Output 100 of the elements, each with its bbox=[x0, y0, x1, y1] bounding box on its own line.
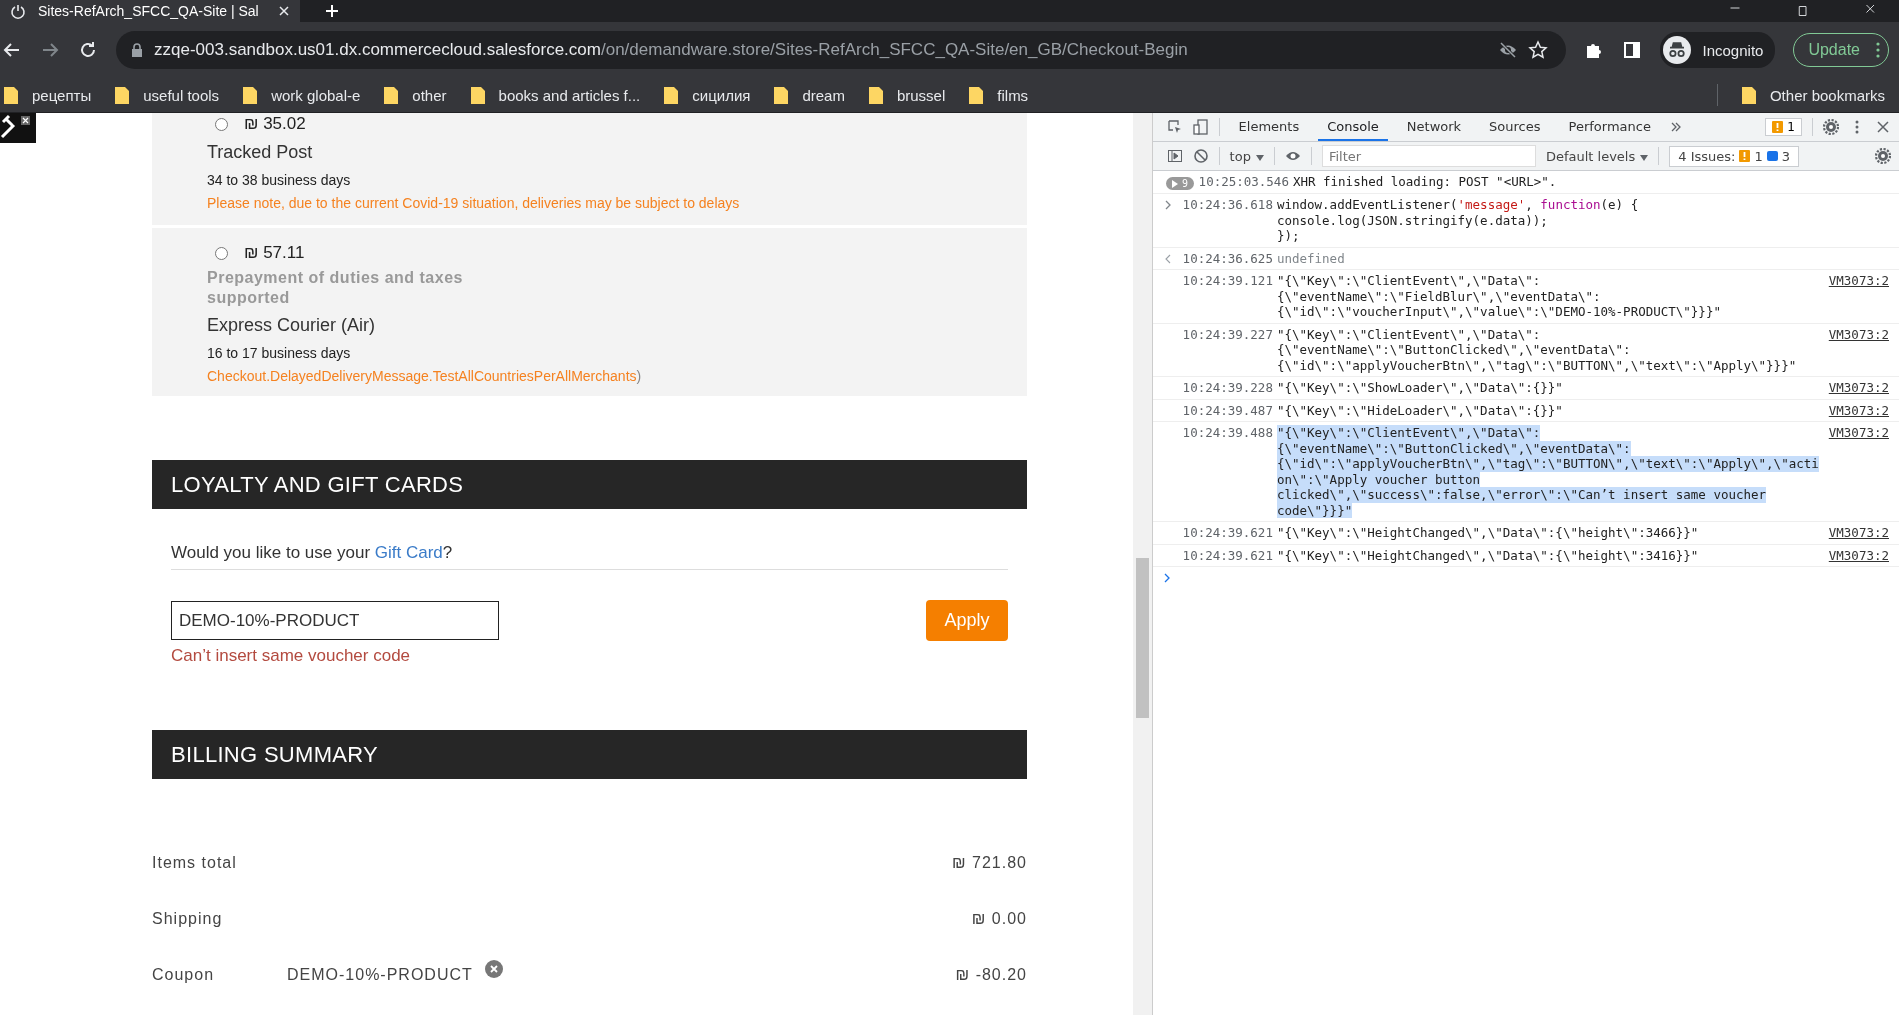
bookmark-folder[interactable]: dream bbox=[774, 86, 845, 104]
devtools-tab[interactable]: Performance bbox=[1559, 113, 1660, 141]
folder-icon bbox=[243, 86, 258, 104]
voucher-input[interactable]: DEMO-10%-PRODUCT bbox=[171, 601, 499, 640]
source-link[interactable]: VM3073:2 bbox=[1828, 525, 1889, 541]
context-dropdown[interactable]: top bbox=[1229, 148, 1264, 164]
devtools-tab[interactable]: Sources bbox=[1480, 113, 1550, 141]
bookmark-folder[interactable]: films bbox=[969, 86, 1029, 104]
folder-icon bbox=[664, 86, 679, 104]
folder-icon bbox=[774, 86, 789, 104]
shipping-method-name: Tracked Post bbox=[207, 142, 314, 163]
more-icon[interactable] bbox=[1876, 42, 1880, 58]
message-icon bbox=[1766, 151, 1778, 161]
power-icon bbox=[10, 3, 26, 19]
console-message: "{\"Key\":\"HideLoader\",\"Data\":{}}" bbox=[1276, 402, 1563, 418]
prompt-icon[interactable] bbox=[1162, 573, 1171, 583]
summary-label: Coupon bbox=[152, 966, 216, 984]
error-message: Can’t insert same voucher code bbox=[171, 646, 412, 666]
shipping-method-name: Express Courier (Air) bbox=[207, 315, 377, 336]
console-message: "{\"Key\":\"ClientEvent\",\"Data\": {\"eventName\":\"FieldBlur\",\"eventData\": {\"id\":\"voucherInput\",\"value\":\"DEMO-10%-PRODUCT\"}}}" bbox=[1276, 273, 1721, 320]
summary-label: Shipping bbox=[152, 910, 224, 928]
scrollbar[interactable] bbox=[1132, 113, 1153, 1015]
side-panel-icon[interactable] bbox=[1621, 40, 1642, 60]
close-icon[interactable] bbox=[278, 5, 290, 17]
bookmark-folder[interactable]: other bbox=[384, 86, 447, 104]
bookmark-folder[interactable]: рецепты bbox=[4, 86, 92, 104]
console-message: undefined bbox=[1276, 250, 1345, 266]
folder-icon bbox=[969, 86, 984, 104]
delivery-message: Checkout.DelayedDeliveryMessage.TestAllCountriesPerAllMerchants) bbox=[207, 368, 643, 384]
gift-card-link[interactable]: Gift Card bbox=[374, 543, 443, 562]
source-link[interactable]: VM3073:2 bbox=[1828, 380, 1889, 396]
coupon-code: DEMO-10%-PRODUCT bbox=[287, 966, 473, 984]
timestamp: 10:24:39.621 bbox=[1182, 547, 1273, 563]
close-icon[interactable] bbox=[1875, 119, 1891, 135]
bookmark-folder[interactable]: work global-e bbox=[243, 86, 361, 104]
reload-icon[interactable] bbox=[78, 40, 98, 60]
bookmark-folder[interactable]: brussel bbox=[868, 86, 946, 104]
folder-icon bbox=[470, 86, 485, 104]
sidebar-icon[interactable] bbox=[1166, 148, 1183, 164]
timestamp: 10:25:03.546 bbox=[1198, 174, 1289, 190]
issues-badge[interactable]: 1 bbox=[1765, 118, 1802, 136]
summary-amount: ₪ 0.00 bbox=[971, 910, 1027, 928]
summary-amount: ₪ -80.20 bbox=[955, 966, 1027, 984]
bookmark-folder[interactable]: useful tools bbox=[115, 86, 220, 104]
folder-icon bbox=[115, 86, 130, 104]
bookmark-folder[interactable]: books and articles f... bbox=[470, 86, 641, 104]
delivery-message: Please note, due to the current Covid-19 situation, deliveries may be subject to delays bbox=[207, 195, 741, 211]
shipping-price: ₪ 57.11 bbox=[244, 243, 305, 263]
devtools-tab[interactable]: Elements bbox=[1229, 113, 1309, 141]
clear-icon[interactable] bbox=[1192, 148, 1209, 164]
eye-slash-icon[interactable] bbox=[1497, 40, 1518, 60]
star-icon[interactable] bbox=[1527, 40, 1548, 60]
caret-icon[interactable] bbox=[1255, 154, 1264, 161]
warning-icon bbox=[1739, 150, 1751, 162]
folder-icon bbox=[384, 86, 399, 104]
warning-icon bbox=[1772, 121, 1784, 133]
source-link[interactable]: VM3073:2 bbox=[1828, 273, 1889, 289]
timestamp: 10:24:39.488 bbox=[1182, 425, 1273, 441]
console-message: "{\"Key\":\"ShowLoader\",\"Data\":{}}" bbox=[1276, 380, 1563, 396]
folder-icon bbox=[1741, 86, 1756, 104]
timestamp: 10:24:39.621 bbox=[1182, 525, 1273, 541]
duties-note: Prepayment of duties and taxes supported bbox=[207, 268, 464, 308]
caret-icon[interactable] bbox=[1640, 154, 1649, 161]
browser-tab[interactable]: Sites-RefArch_SFCC_QA-Site | Sal bbox=[0, 0, 300, 22]
console-message: window.addEventListener('message', function(e) { console.log(JSON.stringify(e.data)); }); bbox=[1276, 197, 1639, 244]
devtools-tab[interactable]: Network bbox=[1397, 113, 1471, 141]
source-link[interactable]: VM3073:2 bbox=[1828, 425, 1889, 441]
gift-card-question: Would you like to use your Gift Card? bbox=[171, 543, 1008, 570]
settings-icon[interactable] bbox=[1823, 119, 1839, 135]
new-tab-icon[interactable] bbox=[324, 3, 340, 19]
bookmark-folder[interactable]: Other bookmarks bbox=[1741, 86, 1885, 104]
remove-icon[interactable] bbox=[484, 960, 503, 978]
source-link[interactable]: VM3073:2 bbox=[1828, 402, 1889, 418]
source-link[interactable]: VM3073:2 bbox=[1828, 547, 1889, 563]
chevrons-icon[interactable] bbox=[1669, 121, 1682, 133]
radio-button[interactable] bbox=[215, 246, 228, 260]
profile-chip[interactable]: Incognito bbox=[1659, 32, 1776, 68]
section-heading: LOYALTY AND GIFT CARDS bbox=[152, 460, 1027, 509]
timestamp: 10:24:39.227 bbox=[1182, 326, 1273, 342]
inspect-icon[interactable] bbox=[1166, 119, 1183, 135]
console-message: "{\"Key\":\"ClientEvent\",\"Data\": {\"eventName\":\"ButtonClicked\",\"eventData\": {\"id\":\"applyVoucherBtn\",\"tag\":\"BUTTON\",\"text\":\"Apply\"}}}" bbox=[1276, 326, 1797, 373]
address-bar[interactable]: zzqe-003.sandbox.us01.dx.commercecloud.salesforce.com/on/demandware.store/Sites-RefArch_SFCC_QA-Site/en_GB/Checkout-Begin bbox=[116, 31, 1566, 69]
timestamp: 10:24:36.625 bbox=[1182, 250, 1273, 266]
timestamp: 10:24:36.618 bbox=[1182, 197, 1273, 213]
console-message: "{\"Key\":\"ClientEvent\",\"Data\": {\"eventName\":\"ButtonClicked\",\"eventData\": {\"id\":\"applyVoucherBtn\",\"tag\":\"BUTTON\",\"text\":\"Apply\",\"acti on\":\"Apply voucher button clicked\",\"success\":false,\"error\":\"Can’t insert same voucher code\"}}}" bbox=[1276, 425, 1819, 518]
filter-input[interactable]: Filter bbox=[1321, 145, 1536, 167]
delivery-days: 16 to 17 business days bbox=[207, 345, 1027, 361]
lock-icon bbox=[130, 43, 144, 57]
source-link[interactable]: VM3073:2 bbox=[1828, 326, 1889, 342]
section-heading: BILLING SUMMARY bbox=[152, 730, 1027, 779]
tab-title: Sites-RefArch_SFCC_QA-Site | Sal bbox=[38, 3, 260, 19]
tools-widget-icon[interactable] bbox=[0, 113, 36, 143]
radio-button[interactable] bbox=[215, 117, 228, 131]
device-icon[interactable] bbox=[1192, 119, 1209, 135]
folder-icon bbox=[4, 86, 18, 104]
settings-icon[interactable] bbox=[1875, 148, 1891, 164]
bookmark-folder[interactable]: сицилия bbox=[664, 86, 751, 104]
issues-button[interactable]: 4 Issues: 1 3 bbox=[1669, 145, 1799, 167]
levels-dropdown[interactable]: Default levels bbox=[1545, 148, 1649, 164]
console-message: "{\"Key\":\"HeightChanged\",\"Data\":{\"height\":3466}}" bbox=[1276, 525, 1699, 541]
